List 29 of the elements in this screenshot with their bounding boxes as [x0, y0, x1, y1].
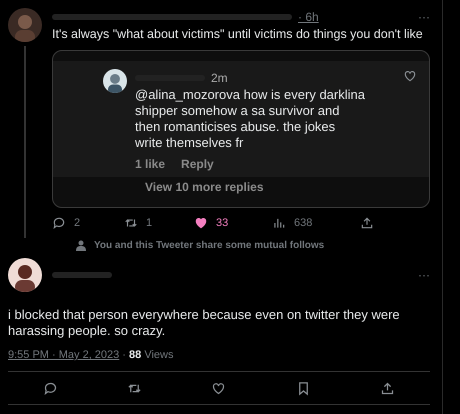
action-count: 33 — [216, 217, 228, 229]
avatar[interactable] — [8, 258, 42, 292]
heart-icon[interactable] — [194, 216, 208, 230]
timestamp[interactable]: · 6h — [298, 10, 319, 24]
bar-chart-icon[interactable] — [272, 216, 286, 230]
share-icon[interactable] — [380, 380, 396, 396]
comment-time: 2m — [211, 71, 228, 85]
timestamp[interactable]: 9:55 PM · May 2, 2023 — [8, 349, 120, 361]
like-count: 1 like — [135, 157, 166, 171]
view-replies-link[interactable]: View 10 more replies — [53, 177, 429, 194]
reply-icon[interactable] — [52, 216, 66, 230]
comment-text: @alina_mozorova how is every darklina shipper somehow a sa survivor and then romanticises abuse. the jokes write themselves fr — [135, 87, 365, 151]
action-count: 1 — [146, 217, 152, 229]
mutual-follows-note: You and this Tweeter share some mutual follows — [94, 240, 324, 251]
heart-icon[interactable] — [211, 380, 226, 396]
action-count: 2 — [74, 217, 80, 229]
avatar[interactable] — [103, 69, 127, 93]
heart-icon[interactable] — [403, 69, 417, 83]
reply-link[interactable]: Reply — [181, 157, 214, 171]
tweet-text: i blocked that person everywhere because even on twitter they were harassing people. so crazy. — [8, 307, 401, 339]
more-icon[interactable]: ··· — [418, 10, 430, 24]
redaction-mark — [52, 272, 112, 278]
action-count: 638 — [294, 217, 312, 229]
more-icon[interactable]: ··· — [418, 268, 430, 282]
views-text: · 88 Views — [122, 349, 174, 361]
person-icon — [76, 240, 86, 251]
share-icon[interactable] — [360, 216, 374, 230]
tweet-text: It's always "what about victims" until victims do things you don't like — [52, 26, 424, 42]
reply-icon[interactable] — [42, 380, 58, 396]
